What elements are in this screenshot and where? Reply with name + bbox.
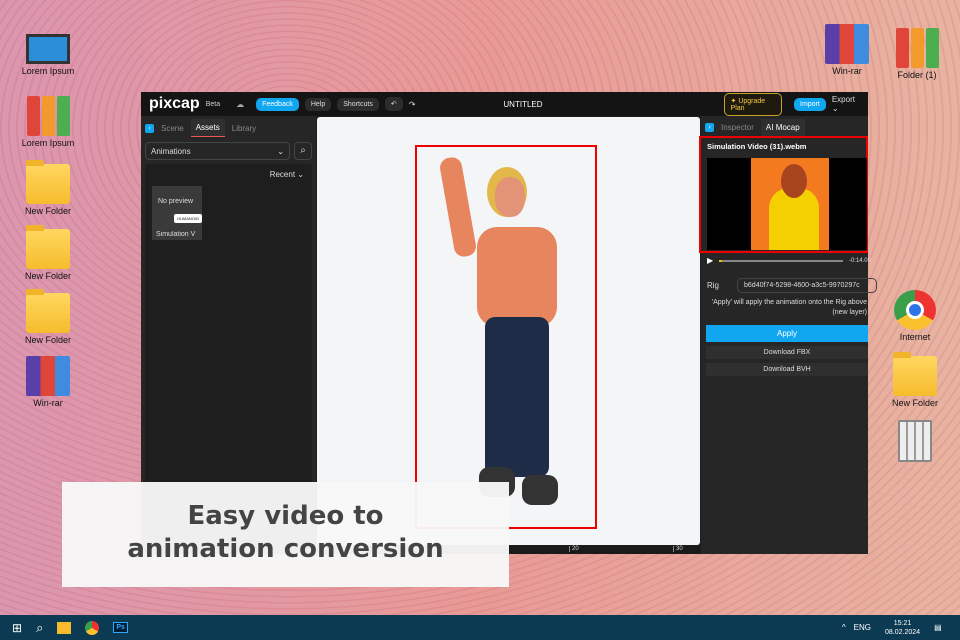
video-filename: Simulation Video (31).webm: [707, 142, 807, 151]
apply-button[interactable]: Apply: [706, 325, 868, 342]
icon-label: Internet: [899, 332, 931, 342]
tab-library[interactable]: Library: [227, 120, 261, 137]
right-panel: › Inspector AI Mocap Simulation Video (3…: [699, 116, 877, 554]
icon-label: New Folder: [891, 398, 938, 408]
computer-icon: [26, 34, 70, 64]
logo: pixcap: [149, 95, 200, 112]
caption-line-2: animation conversion: [127, 534, 444, 564]
no-preview-text: No preview: [158, 198, 194, 205]
winrar-icon: [26, 356, 70, 396]
winrar-icon: [825, 24, 869, 64]
expand-right-icon[interactable]: ›: [705, 123, 714, 132]
import-button[interactable]: Import: [794, 97, 826, 111]
tick-label: 30: [673, 546, 683, 552]
rig-field[interactable]: b6d40f74-5298-4600-a3c5-9970297c: [737, 278, 877, 293]
sort-label: Recent: [269, 170, 296, 179]
video-time: -0:14.00: [848, 257, 871, 264]
download-bvh-button[interactable]: Download BVH: [706, 363, 868, 376]
search-button[interactable]: ⌕: [294, 142, 312, 160]
apply-note: 'Apply' will apply the animation onto th…: [711, 299, 867, 316]
tab-ai-mocap[interactable]: AI Mocap: [760, 119, 805, 136]
clock-date: 08.02.2024: [885, 628, 921, 636]
recycle-bin-icon[interactable]: [880, 420, 950, 464]
desktop-icon-lorem-ipsum[interactable]: Lorem Ipsum: [13, 28, 83, 76]
tick-label: 20: [569, 546, 579, 552]
beta-label: Beta: [205, 100, 221, 108]
language-indicator[interactable]: ENG: [854, 623, 871, 632]
notifications-icon[interactable]: ▤: [934, 623, 942, 632]
desktop-icon-lorem-ipsum-2[interactable]: Lorem Ipsum: [13, 96, 83, 148]
asset-name: Simulation V: [156, 231, 196, 238]
upgrade-plan-button[interactable]: ✦ Upgrade Plan: [723, 92, 782, 116]
icon-label: New Folder: [24, 335, 71, 345]
upgrade-label: Upgrade Plan: [730, 97, 766, 112]
rig-label: Rig: [707, 281, 720, 290]
desktop-icon-new-folder[interactable]: New Folder: [13, 160, 83, 216]
chevron-down-icon: ⌄: [277, 146, 284, 156]
category-value: Animations: [151, 146, 191, 156]
tab-assets[interactable]: Assets: [190, 119, 225, 137]
folder-icon: [26, 225, 70, 269]
desktop-icon-internet[interactable]: Internet: [880, 290, 950, 342]
folder-icon: [26, 289, 70, 333]
viewport-canvas[interactable]: [317, 117, 700, 545]
icon-label: Win-rar: [832, 66, 862, 76]
desktop-icon-win-rar-right[interactable]: Win-rar: [812, 24, 882, 76]
top-bar: pixcap Beta ☁ Feedback Help Shortcuts ↶ …: [141, 92, 868, 116]
caption-banner: Easy video to animation conversion: [62, 482, 509, 587]
video-scrubber[interactable]: [719, 259, 843, 262]
video-preview[interactable]: [707, 158, 867, 250]
windows-start-icon[interactable]: ⊞: [12, 621, 22, 635]
tab-scene[interactable]: Scene: [156, 120, 189, 137]
desktop-icon-new-folder-2[interactable]: New Folder: [13, 225, 83, 281]
export-label: Export: [831, 95, 855, 104]
download-fbx-button[interactable]: Download FBX: [706, 346, 868, 359]
icon-label: New Folder: [24, 206, 71, 216]
caption-line-1: Easy video to: [187, 501, 384, 531]
desktop-icon-folder-1[interactable]: Folder (1): [882, 28, 952, 80]
export-dropdown[interactable]: Export ⌄: [832, 95, 860, 113]
3d-character[interactable]: [437, 155, 577, 527]
cloud-icon: ☁: [236, 99, 245, 109]
tab-inspector[interactable]: Inspector: [716, 119, 759, 136]
document-title: UNTITLED: [503, 99, 543, 109]
photoshop-icon[interactable]: Ps: [113, 622, 128, 633]
binders-icon: [26, 96, 70, 136]
redo-icon[interactable]: ↷: [409, 100, 416, 109]
folder-icon: [893, 352, 937, 396]
folder-icon: [26, 160, 70, 204]
icon-label: Lorem Ipsum: [21, 66, 75, 76]
icon-label: Lorem Ipsum: [21, 138, 75, 148]
clock[interactable]: 15:21 08.02.2024: [885, 619, 920, 637]
shortcuts-button[interactable]: Shortcuts: [337, 97, 379, 111]
feedback-button[interactable]: Feedback: [256, 97, 299, 111]
chrome-icon: [894, 290, 936, 330]
icon-label: New Folder: [24, 271, 71, 281]
play-icon[interactable]: ▶: [707, 256, 713, 265]
sort-dropdown[interactable]: Recent ⌄: [270, 170, 304, 179]
tray-chevron-icon[interactable]: ^: [842, 623, 846, 632]
collapse-left-icon[interactable]: ‹: [145, 123, 154, 133]
search-icon[interactable]: ⌕: [36, 620, 43, 636]
asset-card[interactable]: No preview HUMANOID Simulation V: [152, 186, 202, 240]
desktop-icon-win-rar[interactable]: Win-rar: [13, 356, 83, 408]
desktop-icon-new-folder-right[interactable]: New Folder: [880, 352, 950, 408]
taskbar: ⊞ ⌕ Ps ^ ENG 15:21 08.02.2024 ▤: [0, 615, 960, 640]
undo-icon[interactable]: ↶: [384, 97, 403, 111]
category-select[interactable]: Animations ⌄: [145, 142, 290, 160]
file-explorer-icon[interactable]: [57, 621, 72, 634]
icon-label: Win-rar: [33, 398, 63, 408]
clock-time: 15:21: [893, 619, 912, 627]
help-button[interactable]: Help: [304, 97, 332, 111]
chrome-icon[interactable]: [85, 620, 100, 635]
binders-icon: [895, 28, 939, 68]
icon-label: Folder (1): [897, 70, 937, 80]
desktop-icon-new-folder-3[interactable]: New Folder: [13, 289, 83, 345]
humanoid-badge: HUMANOID: [174, 214, 202, 223]
